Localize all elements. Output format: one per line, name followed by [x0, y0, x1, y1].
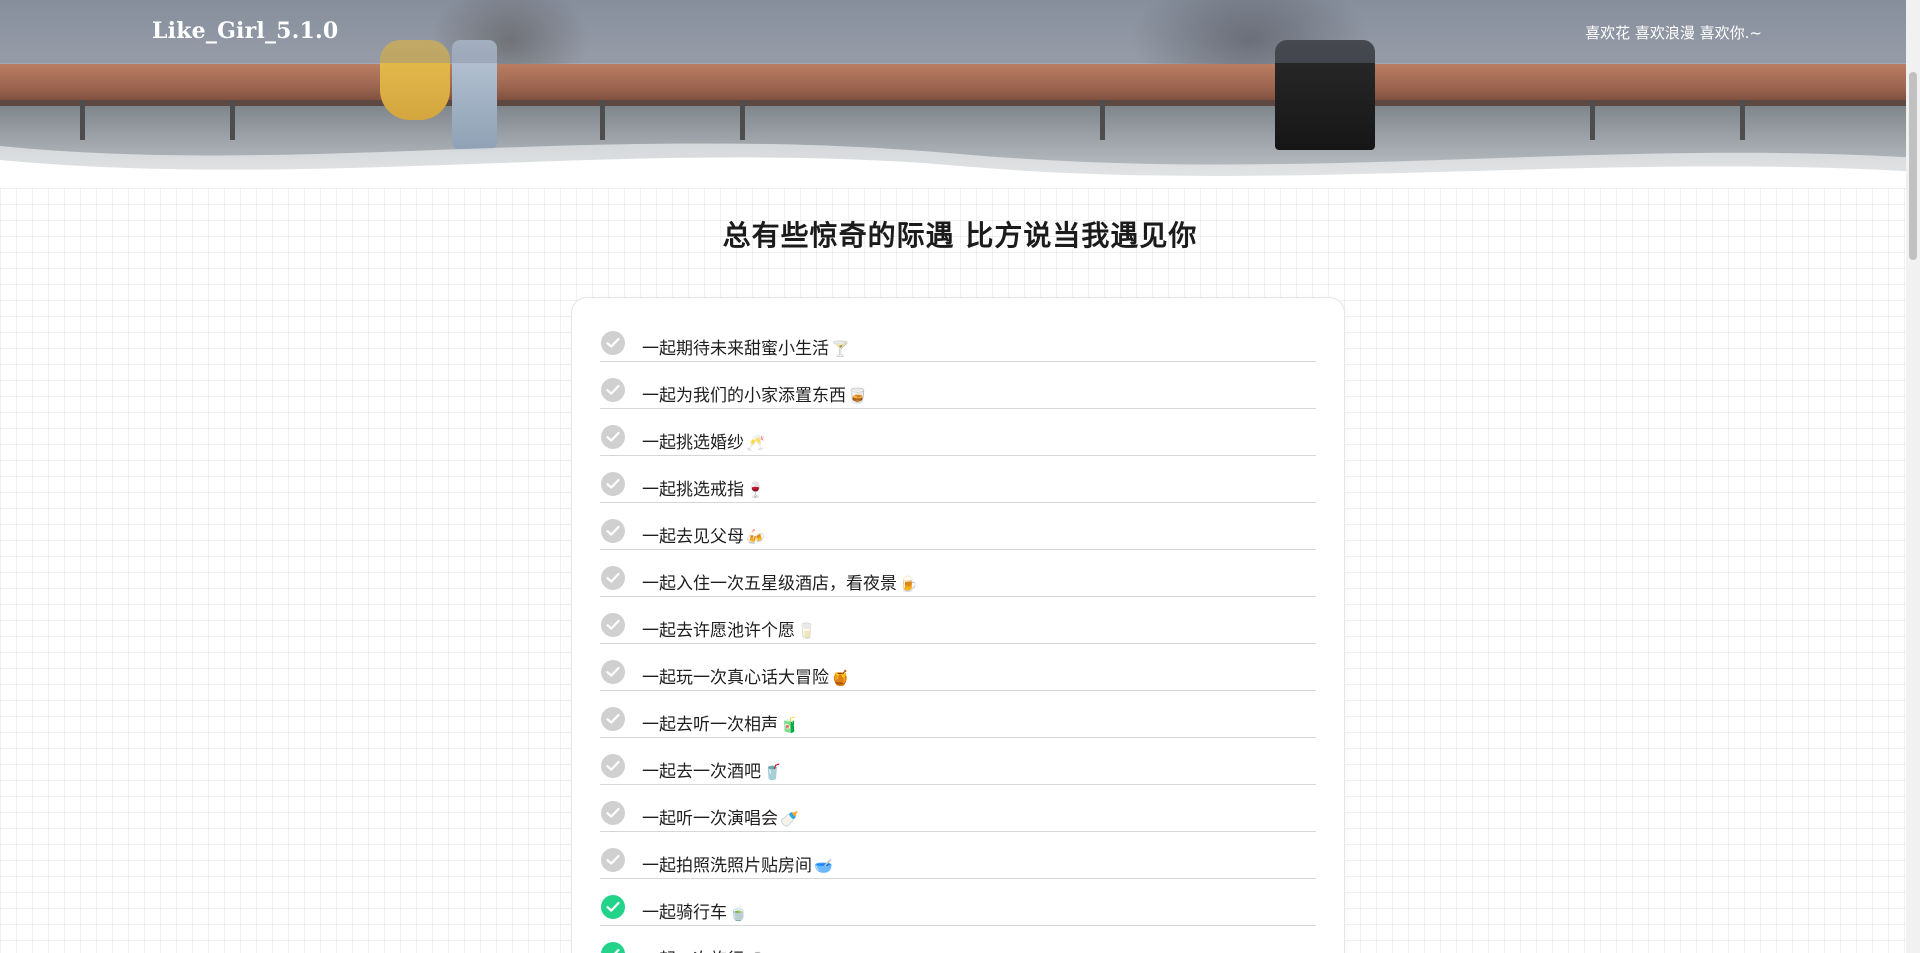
checklist-item-text: 一起去听一次相声 [642, 715, 778, 735]
checklist-item[interactable]: 一起去一次酒吧 🥤 [600, 738, 1316, 785]
checklist-item-label: 一起去许愿池许个愿 🥛 [642, 616, 816, 641]
unchecked-circle-icon[interactable] [601, 566, 625, 590]
unchecked-circle-icon[interactable] [601, 425, 625, 449]
checklist-item-text: 一起挑选戒指 [642, 480, 744, 500]
checklist-item-label: 一起去一次酒吧 🥤 [642, 757, 782, 782]
checklist-item[interactable]: 一起一次旅行🍶 [600, 926, 1316, 953]
drink-emoji-icon: 🥃 [848, 387, 867, 405]
drink-emoji-icon: 🍺 [899, 575, 918, 593]
checklist-item[interactable]: 一起去听一次相声 🧃 [600, 691, 1316, 738]
checklist-item-text: 一起拍照洗照片贴房间 [642, 856, 812, 876]
drink-emoji-icon: 🧃 [780, 716, 799, 734]
checklist-item-label: 一起期待未来甜蜜小生活 🍸 [642, 334, 850, 359]
checklist-item[interactable]: 一起拍照洗照片贴房间 🥣 [600, 832, 1316, 879]
hero-railing-shadow [0, 100, 1920, 106]
checked-circle-icon[interactable] [601, 895, 625, 919]
checklist-item-text: 一起挑选婚纱 [642, 433, 744, 453]
checklist-item[interactable]: 一起玩一次真心话大冒险 🍯 [600, 644, 1316, 691]
drink-emoji-icon: 🍷 [746, 481, 765, 499]
page-title: 总有些惊奇的际遇 比方说当我遇见你 [722, 219, 1198, 252]
unchecked-circle-icon[interactable] [601, 848, 625, 872]
checklist-item-label: 一起去听一次相声 🧃 [642, 710, 799, 735]
page: Like_Girl_5.1.0 喜欢花 喜欢浪漫 喜欢你.~ 总有些惊奇的际遇 … [0, 0, 1920, 953]
drink-emoji-icon: 🍼 [780, 810, 799, 828]
checklist-item-label: 一起骑行车 🍵 [642, 898, 748, 923]
checklist-item-label: 一起挑选婚纱 🥂 [642, 428, 765, 453]
unchecked-circle-icon[interactable] [601, 754, 625, 778]
checklist-item-text: 一起期待未来甜蜜小生活 [642, 339, 829, 359]
navbar-tagline: 喜欢花 喜欢浪漫 喜欢你.~ [1585, 24, 1762, 42]
checklist-item[interactable]: 一起期待未来甜蜜小生活 🍸 [600, 315, 1316, 362]
checklist-item-text: 一起玩一次真心话大冒险 [642, 668, 829, 688]
checklist-item-text: 一起去一次酒吧 [642, 762, 761, 782]
checked-circle-icon[interactable] [601, 942, 625, 953]
checklist-item-label: 一起拍照洗照片贴房间 🥣 [642, 851, 833, 876]
drink-emoji-icon: 🍵 [729, 904, 748, 922]
checklist-item-label: 一起去见父母 🍻 [642, 522, 765, 547]
checklist-item[interactable]: 一起挑选婚纱 🥂 [600, 409, 1316, 456]
drink-emoji-icon: 🥂 [746, 434, 765, 452]
checklist-item[interactable]: 一起听一次演唱会 🍼 [600, 785, 1316, 832]
checklist-item[interactable]: 一起挑选戒指 🍷 [600, 456, 1316, 503]
scrollbar-thumb[interactable] [1909, 72, 1917, 260]
hero-railing [0, 64, 1920, 102]
drink-emoji-icon: 🥣 [814, 857, 833, 875]
checklist-item[interactable]: 一起去见父母 🍻 [600, 503, 1316, 550]
page-scrollbar[interactable] [1906, 0, 1920, 953]
checklist-card: 一起期待未来甜蜜小生活 🍸 一起为我们的小家添置东西 🥃 一起挑选婚纱 🥂 一起挑选戒指 🍷 一… [571, 297, 1345, 953]
checklist-item-text: 一起去见父母 [642, 527, 744, 547]
checklist-item[interactable]: 一起为我们的小家添置东西 🥃 [600, 362, 1316, 409]
drink-emoji-icon: 🥛 [797, 622, 816, 640]
checklist-item-label: 一起挑选戒指 🍷 [642, 475, 765, 500]
site-brand-link[interactable]: Like_Girl_5.1.0 [152, 18, 338, 44]
unchecked-circle-icon[interactable] [601, 613, 625, 637]
top-navbar: Like_Girl_5.1.0 喜欢花 喜欢浪漫 喜欢你.~ [0, 0, 1920, 63]
checklist-item-text: 一起听一次演唱会 [642, 809, 778, 829]
drink-emoji-icon: 🍻 [746, 528, 765, 546]
checklist-item-text: 一起入住一次五星级酒店，看夜景 [642, 574, 897, 594]
drink-emoji-icon: 🍯 [831, 669, 850, 687]
drink-emoji-icon: 🍸 [831, 340, 850, 358]
checklist-item[interactable]: 一起骑行车 🍵 [600, 879, 1316, 926]
drink-emoji-icon: 🥤 [763, 763, 782, 781]
checklist-item-text: 一起为我们的小家添置东西 [642, 386, 846, 406]
unchecked-circle-icon[interactable] [601, 331, 625, 355]
unchecked-circle-icon[interactable] [601, 707, 625, 731]
checklist-item-label: 一起一次旅行🍶 [642, 945, 765, 953]
checklist: 一起期待未来甜蜜小生活 🍸 一起为我们的小家添置东西 🥃 一起挑选婚纱 🥂 一起挑选戒指 🍷 一… [600, 315, 1316, 953]
hero-wave-divider [0, 132, 1920, 190]
unchecked-circle-icon[interactable] [601, 472, 625, 496]
unchecked-circle-icon[interactable] [601, 660, 625, 684]
checklist-item-label: 一起听一次演唱会 🍼 [642, 804, 799, 829]
checklist-item-label: 一起入住一次五星级酒店，看夜景 🍺 [642, 569, 918, 594]
unchecked-circle-icon[interactable] [601, 801, 625, 825]
checklist-item[interactable]: 一起去许愿池许个愿 🥛 [600, 597, 1316, 644]
checklist-item-label: 一起为我们的小家添置东西 🥃 [642, 381, 867, 406]
checklist-item-text: 一起去许愿池许个愿 [642, 621, 795, 641]
unchecked-circle-icon[interactable] [601, 378, 625, 402]
unchecked-circle-icon[interactable] [601, 519, 625, 543]
checklist-item-label: 一起玩一次真心话大冒险 🍯 [642, 663, 850, 688]
checklist-item-text: 一起骑行车 [642, 903, 727, 923]
checklist-item[interactable]: 一起入住一次五星级酒店，看夜景 🍺 [600, 550, 1316, 597]
